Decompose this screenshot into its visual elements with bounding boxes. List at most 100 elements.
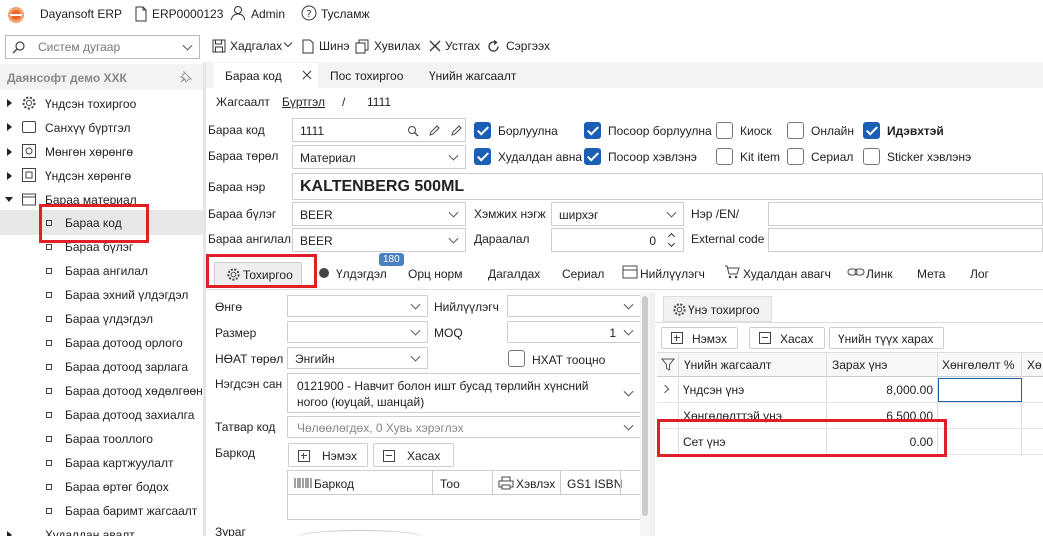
tab-extras[interactable]: Дагалдах [488, 267, 540, 281]
vat-type-select[interactable]: Энгийн [287, 347, 428, 369]
flag-checkbox[interactable] [716, 122, 733, 139]
filter-icon[interactable] [661, 358, 675, 371]
search-icon[interactable] [407, 125, 419, 137]
vat-calc-checkbox[interactable] [508, 350, 525, 367]
sidebar-subitem[interactable]: Бараа үлдэгдэл [65, 312, 153, 326]
delete-button[interactable]: Устгах [445, 39, 480, 53]
item-type-select[interactable]: Материал [292, 145, 466, 169]
stepper-down-icon[interactable] [667, 239, 676, 248]
flag-checkbox[interactable] [474, 148, 491, 165]
name-en-field[interactable] [768, 202, 1043, 226]
sidebar-item-general-settings[interactable]: Үндсэн тохиргоо [45, 97, 136, 111]
image-placeholder[interactable] [300, 530, 420, 536]
moq-field[interactable]: 1 [507, 321, 641, 343]
flag-checkbox[interactable] [584, 122, 601, 139]
discount-cell-editor[interactable] [938, 378, 1022, 402]
col-barcode[interactable]: Баркод [314, 477, 354, 491]
unified-code-select[interactable]: 0121900 - Навчит болон ишт бусад төрлийн… [287, 373, 641, 413]
sidebar-item-accounting[interactable]: Санхүү бүртгэл [45, 121, 130, 135]
breadcrumb-list[interactable]: Жагсаалт [216, 95, 270, 109]
save-dropdown-chevron-icon[interactable] [283, 38, 293, 48]
expand-arrow-icon[interactable] [7, 531, 12, 536]
item-name-field[interactable]: KALTENBERG 500ML [292, 173, 1043, 200]
size-select[interactable] [287, 321, 428, 343]
sidebar-subitem[interactable]: Бараа өртөг бодох [65, 480, 169, 494]
order-field[interactable]: 0 [551, 228, 684, 252]
sidebar-subitem[interactable]: Бараа эхний үлдэгдэл [65, 288, 188, 302]
help-link[interactable]: Тусламж [321, 7, 369, 21]
sidebar-subitem[interactable]: Бараа дотоод хөдөлгөөн [65, 384, 203, 398]
scrollbar-thumb[interactable] [642, 296, 648, 516]
flag-checkbox[interactable] [716, 148, 733, 165]
price-history-button[interactable]: Үнийн түүх харах [829, 327, 944, 349]
settings-pane-scrollbar[interactable] [640, 292, 650, 536]
tab-balance[interactable]: Үлдэгдэл [336, 267, 387, 281]
sidebar-subitem[interactable]: Бараа дотоод орлого [65, 336, 183, 350]
external-code-field[interactable] [768, 228, 1043, 252]
col-price-list[interactable]: Үнийн жагсаалт [684, 358, 771, 372]
sidebar-subitem[interactable]: Бараа баримт жагсаалт [65, 504, 197, 518]
color-select[interactable] [287, 295, 428, 317]
item-class-select[interactable]: BEER [292, 228, 466, 252]
tab-purchaser[interactable]: Худалдан авагч [743, 267, 831, 281]
flag-checkbox[interactable] [474, 122, 491, 139]
tab-pos-settings[interactable]: Пос тохиргоо [330, 69, 403, 83]
expand-arrow-icon[interactable] [7, 172, 12, 180]
tab-item-code[interactable]: Бараа код [214, 63, 318, 88]
col-discount-pct[interactable]: Хөнгөлөлт % [942, 358, 1015, 372]
copy-button[interactable]: Хувилах [374, 39, 421, 53]
refresh-button[interactable]: Сэргээх [506, 39, 550, 53]
tab-serial[interactable]: Сериал [562, 267, 604, 281]
save-button[interactable]: Хадгалах [230, 39, 282, 53]
sidebar-subitem[interactable]: Бараа ангилал [65, 264, 148, 278]
collapse-arrow-icon[interactable] [5, 197, 13, 202]
col-qty[interactable]: Тоо [440, 477, 460, 491]
price-add-button[interactable]: Нэмэх [661, 327, 738, 349]
tab-meta[interactable]: Мета [917, 267, 945, 281]
tab-supplier[interactable]: Нийлүүлэгч [640, 267, 705, 281]
document-number[interactable]: ERP0000123 [152, 7, 223, 21]
tab-log[interactable]: Лог [970, 267, 989, 281]
col-sale-price[interactable]: Зарах үнэ [832, 358, 887, 372]
price-remove-button[interactable]: Хасах [749, 327, 825, 349]
tab-ingredients[interactable]: Орц норм [408, 267, 462, 281]
item-group-select[interactable]: BEER [292, 202, 466, 226]
flag-checkbox[interactable] [863, 122, 880, 139]
pin-icon[interactable] [180, 71, 192, 83]
sidebar-subitem[interactable]: Бараа тооллого [65, 432, 153, 446]
price-tab[interactable]: Үнэ тохиргоо [663, 296, 772, 322]
pane-divider[interactable] [650, 292, 655, 536]
edit-pencil-icon[interactable] [450, 125, 462, 137]
barcode-remove-button[interactable]: Хасах [373, 443, 454, 467]
price-row-value[interactable]: 8,000.00 [886, 383, 933, 397]
sidebar-subitem[interactable]: Бараа дотоод захиалга [65, 408, 194, 422]
supplier-select[interactable] [507, 295, 641, 317]
system-number-search[interactable]: Систем дугаар [5, 35, 200, 59]
close-tab-icon[interactable] [302, 70, 312, 80]
flag-checkbox[interactable] [787, 148, 804, 165]
flag-checkbox[interactable] [584, 148, 601, 165]
sidebar-item-purchase[interactable]: Худалдан авалт [45, 528, 135, 536]
sidebar-subitem[interactable]: Бараа картжуулалт [65, 456, 173, 470]
sidebar-splitter[interactable] [203, 62, 206, 536]
edit-pencil-icon[interactable] [428, 125, 440, 137]
tab-link[interactable]: Линк [866, 267, 892, 281]
col-gs1-isbn[interactable]: GS1 ISBN [567, 477, 622, 491]
tab-price-list[interactable]: Үнийн жагсаалт [429, 69, 516, 83]
col-print[interactable]: Хэвлэх [516, 477, 555, 491]
tax-code-select[interactable]: Чөлөөлөгдөх, 0 Хувь хэрэглэх [287, 416, 641, 438]
unit-select[interactable]: ширхэг [551, 202, 684, 226]
user-name[interactable]: Admin [251, 7, 285, 21]
expand-arrow-icon[interactable] [7, 148, 12, 156]
flag-checkbox[interactable] [863, 148, 880, 165]
expand-arrow-icon[interactable] [7, 123, 12, 131]
sidebar-item-cash[interactable]: Мөнгөн хөрөнгө [45, 145, 133, 159]
expand-arrow-icon[interactable] [7, 99, 12, 107]
col-discount-truncated[interactable]: Хө [1027, 358, 1042, 372]
flag-checkbox[interactable] [787, 122, 804, 139]
breadcrumb-register[interactable]: Бүртгэл [282, 95, 325, 109]
new-button[interactable]: Шинэ [319, 39, 349, 53]
barcode-add-button[interactable]: Нэмэх [288, 443, 368, 467]
item-code-field[interactable]: 1111 [292, 118, 466, 142]
sidebar-subitem[interactable]: Бараа дотоод зарлага [65, 360, 188, 374]
